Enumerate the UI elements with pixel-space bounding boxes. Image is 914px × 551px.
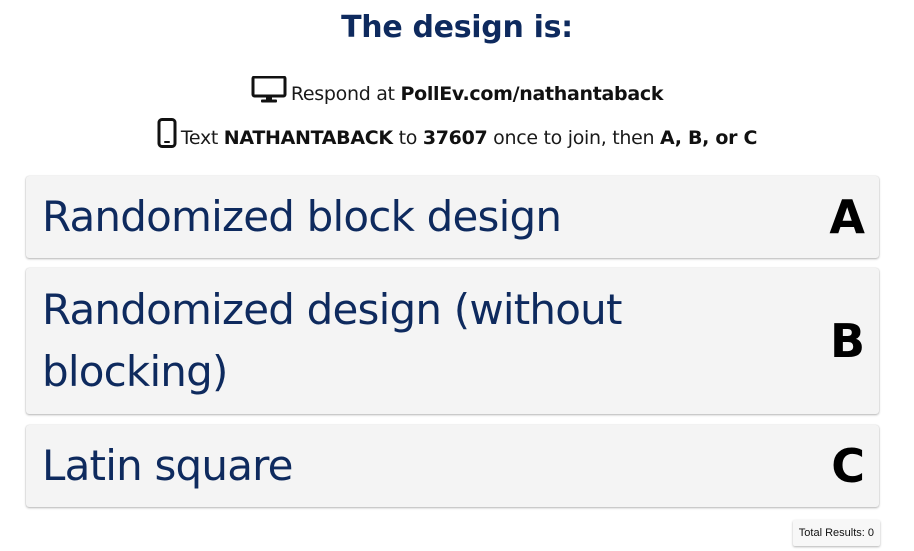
- option-key: B: [829, 314, 865, 368]
- option-key: C: [831, 439, 865, 493]
- option-label: Latin square: [42, 441, 294, 490]
- poll-slide: The design is: Respond at PollEv.com/nat…: [0, 0, 914, 551]
- sms-instruction: Text NATHANTABACK to 37607 once to join,…: [0, 118, 914, 153]
- mobile-phone-icon: [157, 118, 177, 153]
- option-c[interactable]: Latin square C: [26, 425, 879, 507]
- desktop-monitor-icon: [251, 75, 287, 109]
- option-label: Randomized block design: [42, 192, 562, 241]
- sms-keyword: NATHANTABACK: [223, 127, 393, 149]
- option-a[interactable]: Randomized block design A: [26, 176, 879, 258]
- poll-url-link[interactable]: PollEv.com/nathantaback: [400, 83, 663, 105]
- web-instruction-prefix: Respond at: [290, 83, 401, 105]
- option-b[interactable]: Randomized design (without blocking) B: [26, 268, 879, 414]
- web-instruction: Respond at PollEv.com/nathantaback: [0, 75, 914, 109]
- option-label: Randomized design (without blocking): [42, 285, 622, 396]
- total-results-badge: Total Results: 0: [792, 520, 880, 546]
- sms-number: 37607: [422, 127, 488, 149]
- sms-choices: A, B, or C: [659, 127, 758, 149]
- sms-suffix: once to join, then: [487, 127, 660, 149]
- poll-title: The design is:: [341, 10, 573, 45]
- sms-prefix: Text: [180, 127, 224, 149]
- sms-mid: to: [392, 127, 423, 149]
- option-key: A: [829, 190, 865, 244]
